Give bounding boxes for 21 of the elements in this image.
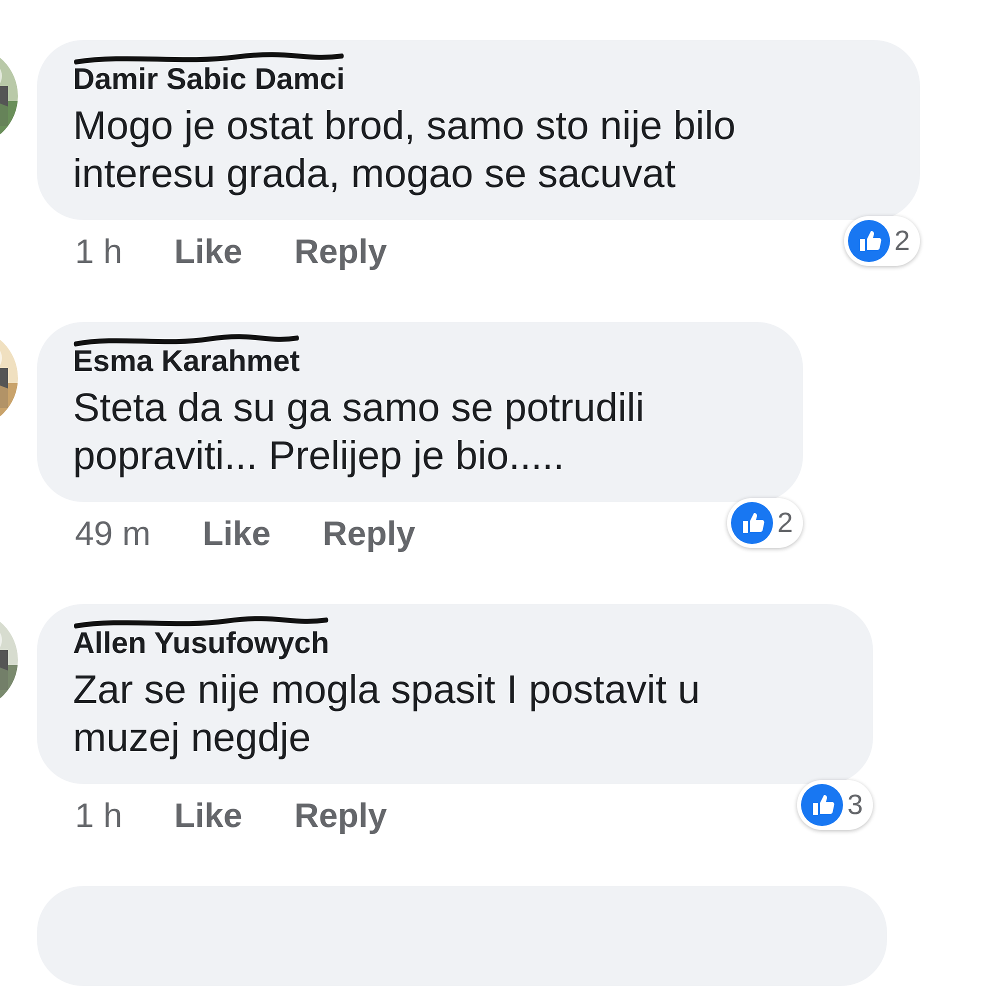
comment-text: Mogo je ostat brod, samo sto nije bilo interesu grada, mogao se sacuvat: [73, 103, 737, 198]
reply-link[interactable]: Reply: [322, 508, 416, 560]
commenter-name[interactable]: Damir Sabic Damci: [73, 63, 345, 96]
reply-link[interactable]: Reply: [294, 790, 387, 842]
like-link[interactable]: Like: [174, 226, 242, 278]
comment-text: Zar se nije mogla spasit I postavit u muzej negdje: [73, 667, 701, 762]
like-link[interactable]: Like: [202, 508, 271, 560]
reaction-count[interactable]: 2: [727, 498, 803, 548]
thumbs-up-icon: [731, 502, 774, 544]
reaction-count[interactable]: 3: [797, 780, 873, 830]
comment-time: 1 h: [75, 796, 122, 836]
comment-time: 1 h: [75, 232, 122, 272]
comment-text: Steta da su ga samo se potrudili popraviti... Prelijep je bio.....: [73, 385, 646, 480]
reaction-count[interactable]: 2: [844, 216, 920, 266]
like-link[interactable]: Like: [174, 790, 242, 842]
thumbs-up-icon: [801, 784, 844, 826]
commenter-name[interactable]: Esma Karahmet: [73, 345, 300, 378]
reply-link[interactable]: Reply: [294, 226, 387, 278]
comment-time: 49 m: [75, 514, 151, 554]
commenter-name[interactable]: Allen Yusufowych: [73, 627, 330, 660]
thumbs-up-icon: [848, 220, 890, 262]
